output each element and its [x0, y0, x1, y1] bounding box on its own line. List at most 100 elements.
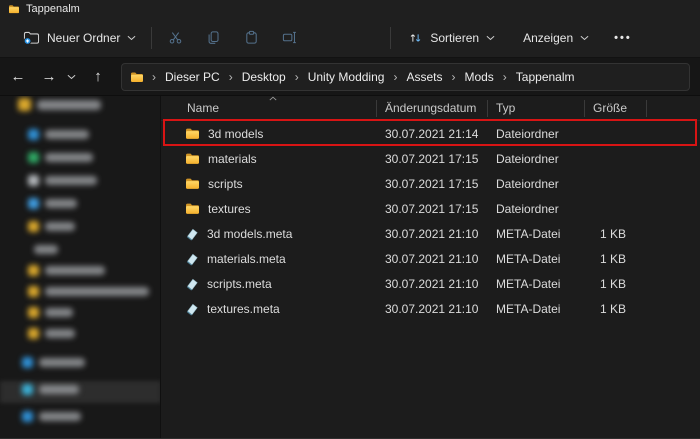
rename-button[interactable] [272, 24, 306, 52]
navigation-bar: ← → ↑ ›Dieser PC›Desktop›Unity Modding›A… [0, 58, 700, 96]
breadcrumb-separator: › [502, 70, 508, 84]
sidebar-item-redacted[interactable] [28, 175, 97, 186]
file-name: scripts.meta [207, 277, 272, 291]
file-row-textures[interactable]: textures 30.07.2021 17:15Dateiordner [161, 196, 700, 221]
paste-button[interactable] [234, 24, 268, 52]
explorer-window: Tappenalm Neuer Ordner [0, 0, 700, 439]
breadcrumb-item-dieser-pc[interactable]: Dieser PC [163, 68, 222, 86]
sidebar-item-redacted[interactable] [28, 198, 77, 209]
sidebar-item-redacted[interactable] [28, 152, 93, 163]
meta-file-icon [185, 277, 199, 291]
sidebar-item-redacted[interactable] [22, 357, 85, 368]
sidebar-item-redacted[interactable] [28, 328, 75, 339]
sidebar-item-label-blurred [45, 199, 77, 208]
file-row-materials-meta[interactable]: materials.meta30.07.2021 21:10META-Datei… [161, 246, 700, 271]
sidebar-item-icon [22, 411, 33, 422]
sidebar-item-redacted[interactable] [34, 245, 58, 254]
copy-button[interactable] [196, 24, 230, 52]
chevron-down-icon [127, 35, 136, 41]
breadcrumb: ›Dieser PC›Desktop›Unity Modding›Assets›… [151, 68, 577, 86]
sidebar-item-icon [28, 328, 39, 339]
breadcrumb-item-mods[interactable]: Mods [462, 68, 495, 86]
sidebar-item-icon [22, 357, 33, 368]
file-type: Dateiordner [487, 202, 584, 216]
breadcrumb-item-assets[interactable]: Assets [404, 68, 444, 86]
sidebar-item-icon [28, 265, 39, 276]
forward-button[interactable]: → [36, 64, 62, 90]
breadcrumb-separator: › [450, 70, 456, 84]
folder-icon [185, 127, 200, 140]
new-folder-button[interactable]: Neuer Ordner [14, 24, 145, 51]
file-row-3d-models[interactable]: 3d models30.07.2021 21:14Dateiordner [161, 121, 700, 146]
sidebar-item-redacted[interactable] [28, 129, 89, 140]
up-button[interactable]: ↑ [85, 64, 111, 90]
column-header-type[interactable]: Typ [487, 101, 584, 115]
sidebar-item-label-blurred [45, 329, 75, 338]
file-row-scripts[interactable]: scripts30.07.2021 17:15Dateiordner [161, 171, 700, 196]
file-name: materials.meta [207, 252, 286, 266]
cut-icon [168, 30, 183, 45]
rename-icon [282, 30, 297, 45]
new-folder-icon [23, 30, 40, 45]
file-type: META-Datei [487, 227, 584, 241]
column-headers: Name Änderungsdatum Typ Größe [161, 96, 700, 121]
file-type: Dateiordner [487, 127, 584, 141]
sort-button[interactable]: Sortieren [399, 25, 504, 51]
sidebar-item-label-blurred [45, 266, 105, 275]
title-bar: Tappenalm [0, 0, 700, 18]
column-header-date[interactable]: Änderungsdatum [376, 101, 487, 115]
column-header-name[interactable]: Name [161, 101, 376, 115]
sort-icon [408, 31, 423, 45]
back-button[interactable]: ← [5, 64, 31, 90]
file-type: Dateiordner [487, 177, 584, 191]
file-date: 30.07.2021 17:15 [376, 152, 487, 166]
sidebar-item-redacted[interactable] [28, 265, 105, 276]
view-label: Anzeigen [523, 31, 573, 45]
file-date: 30.07.2021 17:15 [376, 202, 487, 216]
column-divider[interactable] [646, 100, 647, 117]
file-row-textures-meta[interactable]: textures.meta30.07.2021 21:10META-Datei1… [161, 296, 700, 321]
sidebar-item-icon [28, 198, 39, 209]
file-size: 1 KB [584, 277, 646, 291]
window-title: Tappenalm [26, 3, 80, 15]
toolbar-separator [151, 27, 152, 49]
sidebar-item-icon [22, 384, 33, 395]
recent-locations-button[interactable] [62, 64, 80, 90]
sidebar-item-redacted[interactable] [18, 98, 101, 111]
file-row-materials[interactable]: materials30.07.2021 17:15Dateiordner [161, 146, 700, 171]
sidebar-item-redacted[interactable] [28, 307, 73, 318]
toolbar-separator [390, 27, 391, 49]
file-list-pane: Name Änderungsdatum Typ Größe 3d models3… [161, 96, 700, 438]
column-header-size[interactable]: Größe [584, 101, 646, 115]
file-name: textures [208, 202, 251, 216]
sidebar-item-icon [18, 98, 31, 111]
file-size: 1 KB [584, 302, 646, 316]
column-divider[interactable] [584, 100, 585, 117]
file-row-3d-models-meta[interactable]: 3d models.meta30.07.2021 21:10META-Datei… [161, 221, 700, 246]
address-folder-icon [130, 71, 144, 83]
breadcrumb-item-tappenalm[interactable]: Tappenalm [514, 68, 577, 86]
file-row-scripts-meta[interactable]: scripts.meta30.07.2021 21:10META-Datei1 … [161, 271, 700, 296]
file-type: META-Datei [487, 302, 584, 316]
column-divider[interactable] [376, 100, 377, 117]
file-name: textures.meta [207, 302, 280, 316]
sidebar-item-label-blurred [39, 385, 79, 394]
sidebar-item-redacted[interactable] [28, 221, 75, 232]
sidebar-item-redacted[interactable] [28, 286, 149, 297]
more-options-button[interactable]: ••• [604, 28, 642, 48]
meta-file-icon [185, 302, 199, 316]
file-name: 3d models.meta [207, 227, 292, 241]
breadcrumb-separator: › [294, 70, 300, 84]
address-bar[interactable]: ›Dieser PC›Desktop›Unity Modding›Assets›… [121, 63, 690, 91]
chevron-down-icon [67, 74, 76, 80]
sidebar-item-redacted[interactable] [22, 411, 81, 422]
breadcrumb-item-unity-modding[interactable]: Unity Modding [306, 68, 387, 86]
file-date: 30.07.2021 21:10 [376, 252, 487, 266]
sidebar-item-redacted[interactable] [22, 384, 79, 395]
view-button[interactable]: Anzeigen [514, 25, 598, 51]
cut-button[interactable] [158, 24, 192, 52]
column-divider[interactable] [487, 100, 488, 117]
breadcrumb-item-desktop[interactable]: Desktop [240, 68, 288, 86]
sidebar-item-label-blurred [45, 308, 73, 317]
sidebar-item-label-blurred [45, 153, 93, 162]
